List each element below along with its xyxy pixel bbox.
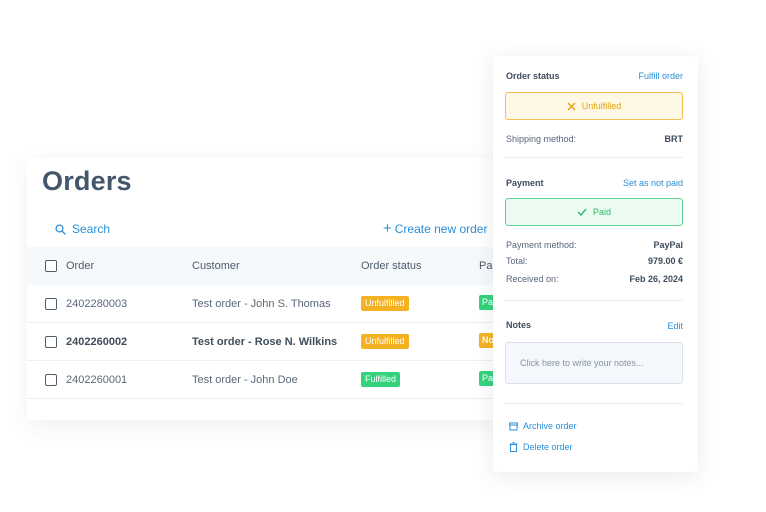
checkmark-icon [577, 208, 587, 216]
divider [505, 403, 683, 404]
divider [505, 157, 683, 158]
column-header-payment[interactable]: Pa [479, 260, 492, 272]
row-checkbox[interactable] [45, 335, 57, 348]
row-checkbox[interactable] [45, 297, 57, 310]
order-details-panel: Order status Fulfill order Unfulfilled S… [493, 56, 698, 472]
page-title: Orders [42, 166, 132, 196]
received-row: Received on: Feb 26, 2024 [506, 274, 683, 284]
customer-name: Test order - Rose N. Wilkins [192, 335, 338, 348]
divider [505, 300, 683, 301]
shipping-method-label: Shipping method: [506, 134, 577, 144]
total-value: 979.00 € [647, 256, 683, 266]
close-icon [567, 102, 576, 111]
trash-icon [509, 442, 518, 452]
received-label: Received on: [506, 274, 559, 284]
status-badge: Unfulfilled [361, 296, 409, 311]
payment-status-box[interactable]: Paid [505, 198, 683, 226]
payment-method-label: Payment method: [506, 240, 577, 250]
shipping-method-value: BRT [664, 134, 684, 144]
row-checkbox[interactable] [45, 373, 57, 386]
create-order-button[interactable]: + Create new order [383, 220, 488, 237]
archive-icon [509, 422, 518, 431]
table-row[interactable]: 2402260001 Test order - John Doe Fulfill… [27, 361, 507, 399]
order-number: 2402260001 [66, 373, 128, 386]
column-header-order-status[interactable]: Order status [361, 260, 422, 272]
total-label: Total: [506, 256, 528, 266]
create-order-label: Create new order [394, 222, 488, 236]
received-value: Feb 26, 2024 [629, 274, 683, 284]
search-icon [55, 223, 66, 235]
orders-card: Orders Search + Create new order Order C… [27, 158, 507, 420]
order-number: 2402280003 [66, 297, 128, 310]
customer-name: Test order - John S. Thomas [192, 297, 331, 310]
search-button[interactable]: Search [55, 222, 110, 236]
delete-order-label: Delete order [523, 442, 573, 452]
archive-order-button[interactable]: Archive order [509, 421, 577, 431]
table-header: Order Customer Order status Pa [27, 247, 507, 285]
order-status-box[interactable]: Unfulfilled [505, 92, 683, 120]
table-row[interactable]: 2402280003 Test order - John S. Thomas U… [27, 285, 507, 323]
order-number: 2402260002 [66, 335, 128, 348]
status-badge: Unfulfilled [361, 334, 409, 349]
column-header-order[interactable]: Order [66, 260, 94, 272]
set-not-paid-link[interactable]: Set as not paid [623, 178, 683, 188]
column-header-customer[interactable]: Customer [192, 260, 240, 272]
archive-order-label: Archive order [523, 421, 577, 431]
total-row: Total: 979.00 € [506, 256, 683, 266]
select-all-checkbox[interactable] [45, 260, 57, 272]
customer-name: Test order - John Doe [192, 373, 298, 386]
payment-method-value: PayPal [653, 240, 683, 250]
shipping-method-row: Shipping method: BRT [506, 134, 683, 144]
notes-label: Notes [506, 320, 532, 330]
search-label: Search [72, 222, 111, 236]
edit-notes-link[interactable]: Edit [667, 321, 683, 331]
status-badge: Fulfilled [361, 372, 401, 387]
payment-label: Payment [506, 178, 544, 188]
payment-status-value: Paid [592, 207, 611, 217]
delete-order-button[interactable]: Delete order [509, 442, 573, 452]
fulfill-order-link[interactable]: Fulfill order [638, 71, 683, 81]
table-row[interactable]: 2402260002 Test order - Rose N. Wilkins … [27, 323, 507, 361]
plus-icon: + [383, 220, 392, 237]
notes-input[interactable]: Click here to write your notes... [505, 342, 683, 384]
orders-table: Order Customer Order status Pa 240228000… [27, 247, 507, 399]
order-status-value: Unfulfilled [581, 101, 622, 111]
order-status-label: Order status [506, 71, 560, 81]
payment-method-row: Payment method: PayPal [506, 240, 683, 250]
